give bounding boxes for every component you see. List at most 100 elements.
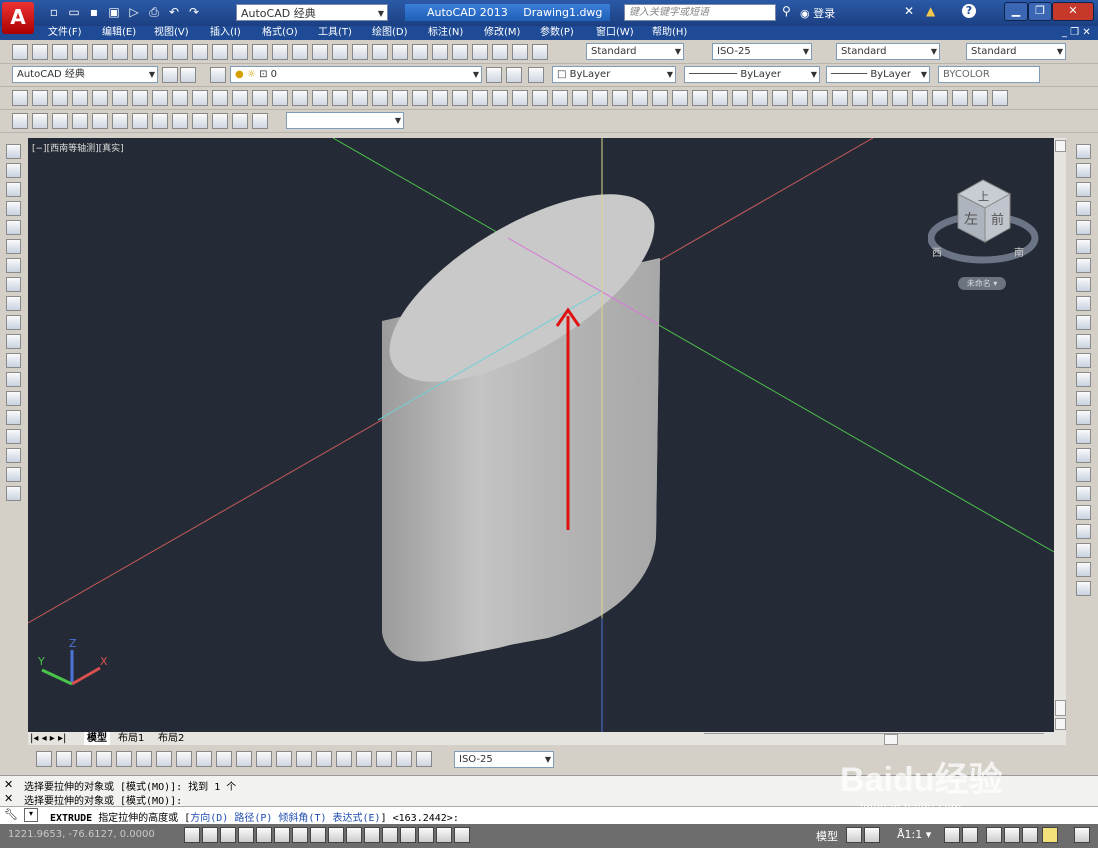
model-space-button[interactable]: 模型	[816, 828, 838, 844]
modeling-tool-icon[interactable]	[852, 90, 868, 106]
modeling-tool-icon[interactable]	[652, 90, 668, 106]
modify-tool-icon[interactable]	[1076, 467, 1091, 482]
dimension-tool-icon[interactable]	[156, 751, 172, 767]
draw-tool-icon[interactable]	[6, 429, 21, 444]
drafting-toggle-icon[interactable]	[184, 827, 200, 843]
menu-insert[interactable]: 插入(I)	[210, 26, 241, 40]
draw-tool-icon[interactable]	[6, 372, 21, 387]
drafting-toggle-icon[interactable]	[400, 827, 416, 843]
view-tool-icon[interactable]	[132, 113, 148, 129]
modeling-tool-icon[interactable]	[512, 90, 528, 106]
standard-tool-icon[interactable]	[212, 44, 228, 60]
search-input[interactable]: 键入关键字或短语	[624, 4, 776, 21]
dimension-tool-icon[interactable]	[236, 751, 252, 767]
modeling-tool-icon[interactable]	[12, 90, 28, 106]
draw-tool-icon[interactable]	[6, 144, 21, 159]
workspace-settings-icon[interactable]	[162, 67, 178, 83]
view-tool-icon[interactable]	[152, 113, 168, 129]
view-tool-icon[interactable]	[32, 113, 48, 129]
modeling-tool-icon[interactable]	[812, 90, 828, 106]
draw-tool-icon[interactable]	[6, 334, 21, 349]
modeling-tool-icon[interactable]	[532, 90, 548, 106]
standard-tool-icon[interactable]	[272, 44, 288, 60]
menu-draw[interactable]: 绘图(D)	[372, 26, 408, 40]
customize-icon[interactable]	[180, 67, 196, 83]
modify-tool-icon[interactable]	[1076, 505, 1091, 520]
menu-window[interactable]: 窗口(W)	[596, 26, 634, 40]
dim-toolbar-style-select[interactable]: ISO-25 ▼	[454, 751, 554, 768]
annotation-scale[interactable]: Å1:1 ▾	[897, 828, 931, 841]
standard-tool-icon[interactable]	[232, 44, 248, 60]
modeling-tool-icon[interactable]	[52, 90, 68, 106]
modeling-tool-icon[interactable]	[792, 90, 808, 106]
standard-tool-icon[interactable]	[352, 44, 368, 60]
standard-tool-icon[interactable]	[132, 44, 148, 60]
modeling-tool-icon[interactable]	[192, 90, 208, 106]
modeling-tool-icon[interactable]	[772, 90, 788, 106]
color-select[interactable]: □ ByLayer ▼	[552, 66, 676, 83]
view-tool-icon[interactable]	[172, 113, 188, 129]
linetype-select[interactable]: ──────── ByLayer ▼	[684, 66, 820, 83]
command-recent-icon[interactable]: ▾	[24, 808, 38, 822]
draw-tool-icon[interactable]	[6, 239, 21, 254]
dimension-tool-icon[interactable]	[196, 751, 212, 767]
modeling-tool-icon[interactable]	[212, 90, 228, 106]
viewport-controls-label[interactable]: [−][西南等轴测][真实]	[32, 141, 124, 154]
modeling-tool-icon[interactable]	[232, 90, 248, 106]
standard-tool-icon[interactable]	[472, 44, 488, 60]
draw-tool-icon[interactable]	[6, 486, 21, 501]
modify-tool-icon[interactable]	[1076, 391, 1091, 406]
draw-tool-icon[interactable]	[6, 182, 21, 197]
close-button[interactable]: ✕	[1052, 2, 1094, 21]
draw-tool-icon[interactable]	[6, 163, 21, 178]
modify-tool-icon[interactable]	[1076, 410, 1091, 425]
save-as-icon[interactable]: ▣	[106, 4, 122, 20]
option-direction[interactable]: 方向(D)	[190, 813, 228, 824]
dimension-tool-icon[interactable]	[336, 751, 352, 767]
hscroll-thumb[interactable]	[884, 734, 898, 745]
drafting-toggle-icon[interactable]	[418, 827, 434, 843]
tab-nav-arrows[interactable]: |◂ ◂ ▸ ▸|	[30, 732, 66, 745]
save-icon[interactable]: ▪	[86, 4, 102, 20]
modeling-tool-icon[interactable]	[972, 90, 988, 106]
standard-tool-icon[interactable]	[192, 44, 208, 60]
standard-tool-icon[interactable]	[112, 44, 128, 60]
modeling-tool-icon[interactable]	[992, 90, 1008, 106]
draw-tool-icon[interactable]	[6, 201, 21, 216]
menu-tools[interactable]: 工具(T)	[318, 26, 352, 40]
quick-view-drawings-icon[interactable]	[864, 827, 880, 843]
dimension-tool-icon[interactable]	[276, 751, 292, 767]
modify-tool-icon[interactable]	[1076, 258, 1091, 273]
menu-parametric[interactable]: 参数(P)	[540, 26, 574, 40]
dimension-tool-icon[interactable]	[356, 751, 372, 767]
draw-tool-icon[interactable]	[6, 220, 21, 235]
standard-tool-icon[interactable]	[512, 44, 528, 60]
standard-tool-icon[interactable]	[532, 44, 548, 60]
draw-tool-icon[interactable]	[6, 296, 21, 311]
modeling-tool-icon[interactable]	[32, 90, 48, 106]
dimension-tool-icon[interactable]	[416, 751, 432, 767]
standard-tool-icon[interactable]	[172, 44, 188, 60]
modify-tool-icon[interactable]	[1076, 315, 1091, 330]
standard-tool-icon[interactable]	[12, 44, 28, 60]
modeling-tool-icon[interactable]	[132, 90, 148, 106]
view-tool-icon[interactable]	[12, 113, 28, 129]
modify-tool-icon[interactable]	[1076, 201, 1091, 216]
view-tool-icon[interactable]	[52, 113, 68, 129]
modeling-tool-icon[interactable]	[752, 90, 768, 106]
drafting-toggle-icon[interactable]	[274, 827, 290, 843]
close-icon[interactable]: ✕	[4, 778, 13, 791]
workspace-select[interactable]: AutoCAD 经典 ▼	[236, 4, 388, 21]
modeling-tool-icon[interactable]	[272, 90, 288, 106]
redo-icon[interactable]: ↷	[186, 4, 202, 20]
view-tool-icon[interactable]	[72, 113, 88, 129]
draw-tool-icon[interactable]	[6, 410, 21, 425]
modeling-tool-icon[interactable]	[472, 90, 488, 106]
dim-style-select[interactable]: ISO-25 ▼	[712, 43, 812, 60]
standard-tool-icon[interactable]	[152, 44, 168, 60]
customize-icon[interactable]: ✕	[4, 792, 13, 805]
drafting-toggle-icon[interactable]	[346, 827, 362, 843]
scroll-down-button[interactable]	[1055, 718, 1066, 730]
exchange-icon[interactable]: ✕	[904, 4, 914, 18]
scroll-thumb[interactable]	[1055, 700, 1066, 716]
